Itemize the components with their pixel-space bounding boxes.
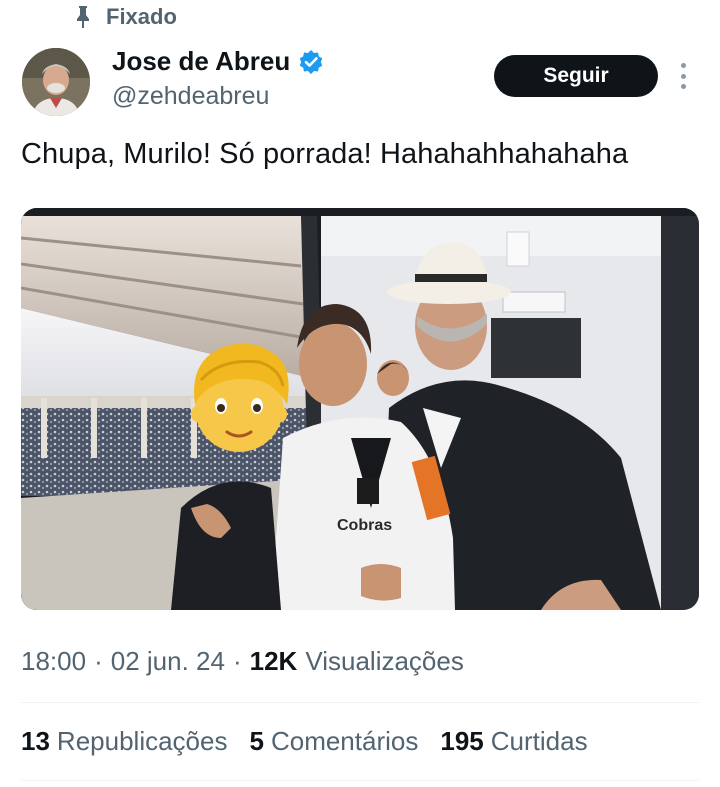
comments-count: 5 <box>249 726 264 756</box>
tweet-date[interactable]: 02 jun. 24 <box>111 646 225 677</box>
avatar[interactable] <box>22 48 90 116</box>
divider <box>21 780 699 781</box>
divider <box>21 702 699 703</box>
likes-count: 195 <box>440 726 484 756</box>
jersey-text: Cobras <box>337 517 392 534</box>
author-name-row[interactable]: Jose de Abreu <box>112 46 324 77</box>
author-handle[interactable]: @zehdeabreu <box>112 82 269 111</box>
views-count: 12K <box>249 646 298 676</box>
pinned-indicator: Fixado <box>74 4 177 30</box>
reposts-stat[interactable]: 13 Republicações <box>21 726 227 757</box>
tweet-text: Chupa, Murilo! Só porrada! Hahahahhahaha… <box>21 138 629 170</box>
meta-separator: · <box>94 646 103 676</box>
engagement-stats: 13 Republicações 5 Comentários 195 Curti… <box>21 726 588 757</box>
more-options-icon[interactable] <box>676 63 690 89</box>
tweet-meta: 18:00 · 02 jun. 24 · 12K Visualizações <box>21 646 464 677</box>
tweet-time[interactable]: 18:00 <box>21 646 86 677</box>
tweet-media-photo[interactable]: Cobras <box>21 208 699 610</box>
likes-label: Curtidas <box>490 726 588 756</box>
author-name[interactable]: Jose de Abreu <box>112 46 290 77</box>
pin-icon <box>77 6 89 28</box>
pinned-label: Fixado <box>106 4 177 29</box>
reposts-label: Republicações <box>56 726 228 756</box>
comments-label: Comentários <box>270 726 419 756</box>
verified-badge-icon <box>299 49 323 74</box>
views-label: Visualizações <box>305 646 464 676</box>
likes-stat[interactable]: 195 Curtidas <box>440 726 587 757</box>
comments-stat[interactable]: 5 Comentários <box>249 726 418 757</box>
follow-button[interactable]: Seguir <box>494 55 658 97</box>
meta-separator: · <box>232 646 242 676</box>
reposts-count: 13 <box>21 726 50 756</box>
